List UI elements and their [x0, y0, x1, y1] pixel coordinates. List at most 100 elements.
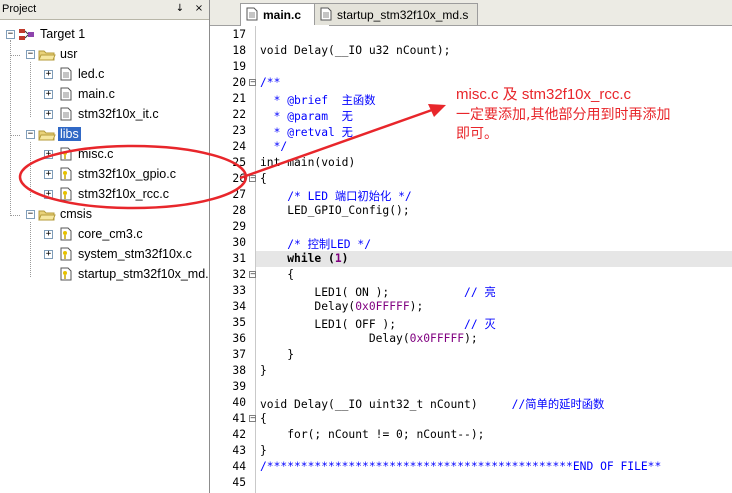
target-label: Target 1: [40, 27, 86, 41]
line-number: 45: [232, 476, 246, 489]
line-number: 34: [232, 300, 246, 313]
code-line[interactable]: * @brief 主函数: [260, 92, 376, 108]
tree-file[interactable]: + system_stm32f10x.c: [0, 244, 209, 264]
folder-open-icon: [38, 50, 56, 61]
close-icon[interactable]: ×: [193, 3, 205, 15]
line-number: 30: [232, 236, 246, 249]
fold-icon[interactable]: −: [249, 415, 256, 422]
code-line[interactable]: /**: [260, 76, 280, 89]
line-number: 35: [232, 316, 246, 329]
expand-icon[interactable]: +: [44, 170, 53, 179]
tab-startup-s[interactable]: startup_stm32f10x_md.s: [314, 3, 478, 25]
line-number: 44: [232, 460, 246, 473]
line-number: 38: [232, 364, 246, 377]
code-line[interactable]: * @param 无: [260, 108, 353, 124]
tree-file[interactable]: + led.c: [0, 64, 209, 84]
c-file-icon: [60, 67, 72, 81]
line-number: 31: [232, 252, 246, 265]
code-line[interactable]: while (1): [260, 252, 348, 265]
tree-file[interactable]: + stm32f10x_it.c: [0, 104, 209, 124]
line-number: 17: [232, 28, 246, 41]
c-file-key-icon: [60, 167, 72, 181]
tree-target[interactable]: − Target 1: [0, 24, 209, 44]
tree-file[interactable]: + stm32f10x_gpio.c: [0, 164, 209, 184]
code-line[interactable]: LED_GPIO_Config();: [260, 204, 409, 217]
code-line[interactable]: /* 控制LED */: [260, 236, 371, 252]
tree-group-libs[interactable]: − libs: [0, 124, 209, 144]
code-line[interactable]: }: [260, 444, 267, 457]
target-icon: [19, 29, 34, 40]
expand-icon[interactable]: +: [44, 70, 53, 79]
fold-icon[interactable]: −: [249, 271, 256, 278]
expand-icon[interactable]: +: [44, 110, 53, 119]
code-line[interactable]: }: [260, 364, 267, 377]
c-file-key-icon: [60, 187, 72, 201]
line-number: 43: [232, 444, 246, 457]
tree-file[interactable]: + stm32f10x_rcc.c: [0, 184, 209, 204]
code-line[interactable]: Delay(0x0FFFFF);: [260, 332, 478, 345]
line-number: 20: [232, 76, 246, 89]
expand-icon[interactable]: +: [44, 150, 53, 159]
line-number: 42: [232, 428, 246, 441]
editor-tab-bar: main.c startup_stm32f10x_md.s: [210, 0, 732, 26]
code-line[interactable]: LED1( OFF ); // 灭: [260, 316, 495, 332]
file-label: stm32f10x_it.c: [78, 107, 159, 121]
fold-icon[interactable]: −: [249, 175, 256, 182]
tree-group-usr[interactable]: − usr: [0, 44, 209, 64]
tree-file[interactable]: + main.c: [0, 84, 209, 104]
line-number: 21: [232, 92, 246, 105]
collapse-icon[interactable]: −: [6, 30, 15, 39]
file-label: led.c: [78, 67, 105, 81]
annotation-line-1: 一定要添加,其他部分用到时再添加: [456, 107, 671, 123]
tree-group-cmsis[interactable]: − cmsis: [0, 204, 209, 224]
expand-icon[interactable]: +: [44, 190, 53, 199]
folder-open-icon: [38, 210, 56, 221]
line-number: 19: [232, 60, 246, 73]
expand-icon[interactable]: +: [44, 90, 53, 99]
asm-file-icon: [320, 7, 332, 21]
c-file-key-icon: [60, 227, 72, 241]
code-line[interactable]: for(; nCount != 0; nCount--);: [260, 428, 484, 441]
code-line[interactable]: {: [260, 172, 267, 185]
group-label-selected: libs: [58, 127, 81, 141]
code-line[interactable]: }: [260, 348, 294, 361]
code-line[interactable]: void Delay(__IO uint32_t nCount) //简单的延时…: [260, 396, 604, 412]
annotation-line-2: 即可。: [456, 126, 498, 142]
line-number: 24: [232, 140, 246, 153]
code-line[interactable]: void Delay(__IO u32 nCount);: [260, 44, 450, 57]
line-number: 22: [232, 108, 246, 121]
project-panel-header: Project ↓ ×: [0, 0, 209, 20]
code-line[interactable]: */: [260, 140, 288, 153]
collapse-icon[interactable]: −: [26, 130, 35, 139]
pin-icon[interactable]: ↓: [174, 3, 186, 15]
line-number: 37: [232, 348, 246, 361]
code-line[interactable]: {: [260, 412, 267, 425]
collapse-icon[interactable]: −: [26, 210, 35, 219]
file-label: misc.c: [78, 147, 114, 161]
line-number: 27: [232, 188, 246, 201]
tree-file[interactable]: startup_stm32f10x_md.s: [0, 264, 209, 284]
file-label: stm32f10x_rcc.c: [78, 187, 170, 201]
line-number: 29: [232, 220, 246, 233]
collapse-icon[interactable]: −: [26, 50, 35, 59]
code-line[interactable]: /***************************************…: [260, 460, 661, 473]
code-line[interactable]: LED1( ON ); // 亮: [260, 284, 495, 300]
tree-file[interactable]: + core_cm3.c: [0, 224, 209, 244]
project-panel: Project ↓ × − Target 1 − usr + led.c + m…: [0, 0, 210, 493]
tree-file[interactable]: + misc.c: [0, 144, 209, 164]
expand-icon[interactable]: +: [44, 250, 53, 259]
code-line[interactable]: {: [260, 268, 294, 281]
code-line[interactable]: /* LED 端口初始化 */: [260, 188, 412, 204]
annotation-title: misc.c 及 stm32f10x_rcc.c: [456, 86, 632, 103]
line-number: 40: [232, 396, 246, 409]
code-line[interactable]: Delay(0x0FFFFF);: [260, 300, 423, 313]
folder-open-icon: [38, 130, 56, 141]
expand-icon[interactable]: +: [44, 230, 53, 239]
file-label: core_cm3.c: [78, 227, 143, 241]
fold-icon[interactable]: −: [249, 79, 256, 86]
code-line[interactable]: int main(void): [260, 156, 355, 169]
file-label: main.c: [78, 87, 115, 101]
code-line[interactable]: * @retval 无: [260, 124, 353, 140]
asm-file-key-icon: [60, 267, 72, 281]
c-file-key-icon: [60, 247, 72, 261]
